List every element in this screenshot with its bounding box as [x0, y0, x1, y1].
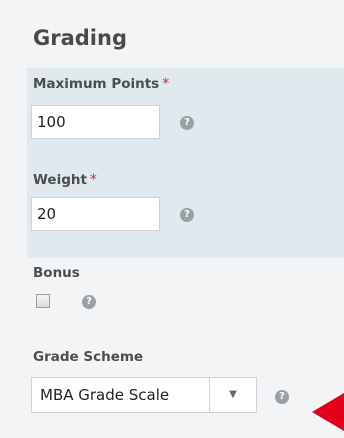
weight-label-text: Weight	[33, 172, 87, 188]
grade-scheme-select[interactable]: MBA Grade Scale ▼	[31, 377, 257, 413]
maximum-points-input[interactable]	[31, 105, 160, 139]
grade-scheme-label: Grade Scheme	[33, 349, 144, 365]
maximum-points-label: Maximum Points *	[33, 76, 169, 92]
weight-input[interactable]	[31, 197, 160, 231]
red-arrow-pointer	[312, 393, 344, 431]
bonus-checkbox[interactable]	[36, 294, 50, 308]
section-title: Grading	[33, 26, 127, 50]
select-divider	[209, 378, 210, 412]
required-asterisk: *	[162, 76, 170, 92]
question-circle-icon[interactable]: ?	[180, 208, 194, 222]
required-asterisk: *	[89, 172, 97, 188]
weight-label: Weight *	[33, 172, 97, 188]
question-circle-icon[interactable]: ?	[275, 390, 289, 404]
bonus-label: Bonus	[33, 265, 80, 281]
question-circle-icon[interactable]: ?	[180, 116, 194, 130]
maximum-points-label-text: Maximum Points	[33, 76, 160, 92]
question-circle-icon[interactable]: ?	[82, 295, 96, 309]
grade-scheme-selected-value: MBA Grade Scale	[40, 386, 170, 404]
caret-down-icon[interactable]: ▼	[218, 378, 248, 412]
